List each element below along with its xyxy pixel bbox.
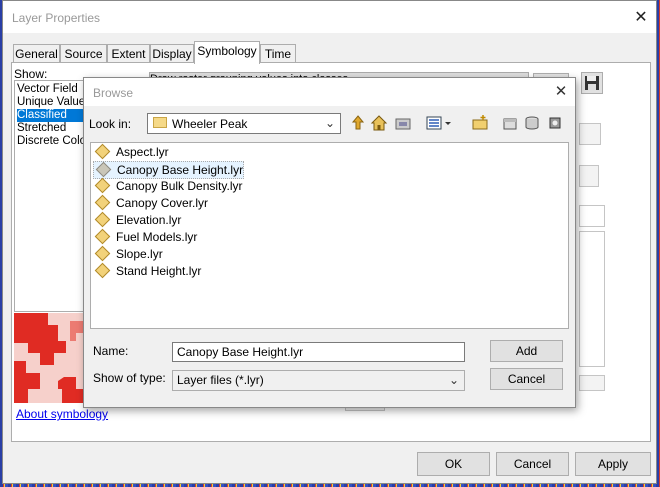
name-field[interactable]: Canopy Base Height.lyr bbox=[172, 342, 465, 362]
cancel-button[interactable]: Cancel bbox=[490, 368, 563, 390]
show-list[interactable]: Vector Field Unique Values Classified St… bbox=[14, 80, 91, 312]
browse-dialog: Browse ✕ Look in: Wheeler Peak ⌄ Aspect.… bbox=[83, 77, 576, 408]
add-button[interactable]: Add bbox=[490, 340, 563, 362]
layer-file-icon bbox=[94, 229, 111, 245]
show-label: Show: bbox=[14, 67, 48, 81]
layer-file-icon bbox=[94, 263, 111, 279]
file-item[interactable]: Elevation.lyr bbox=[93, 212, 181, 228]
show-of-type-combo[interactable]: Layer files (*.lyr) ⌄ bbox=[172, 370, 465, 391]
look-in-label: Look in: bbox=[89, 117, 132, 131]
layer-file-icon bbox=[94, 144, 111, 160]
file-item[interactable]: Slope.lyr bbox=[93, 246, 163, 262]
layer-file-icon bbox=[94, 246, 111, 262]
ok-button[interactable]: OK bbox=[417, 452, 490, 476]
tab-extent[interactable]: Extent bbox=[107, 44, 150, 63]
database-icon[interactable] bbox=[522, 114, 542, 134]
home-icon[interactable] bbox=[369, 114, 389, 134]
combo-ghost[interactable] bbox=[579, 205, 605, 227]
close-icon[interactable]: ✕ bbox=[551, 82, 571, 102]
gear-icon[interactable] bbox=[545, 114, 565, 134]
file-name: Elevation.lyr bbox=[116, 213, 182, 227]
file-item-selected[interactable]: Canopy Base Height.lyr bbox=[93, 161, 245, 179]
show-item-unique-values[interactable]: Unique Values bbox=[17, 96, 91, 109]
tab-general[interactable]: General bbox=[13, 44, 60, 63]
name-label: Name: bbox=[93, 344, 129, 358]
file-item[interactable]: Canopy Cover.lyr bbox=[93, 195, 208, 211]
cancel-button[interactable]: Cancel bbox=[496, 452, 569, 476]
file-name: Stand Height.lyr bbox=[116, 264, 202, 278]
look-in-combo[interactable]: Wheeler Peak ⌄ bbox=[147, 113, 341, 134]
show-of-type-label: Show of type: bbox=[93, 371, 166, 385]
symbology-preview-image bbox=[14, 313, 90, 403]
new-folder-icon[interactable] bbox=[470, 114, 490, 134]
file-name: Fuel Models.lyr bbox=[116, 230, 198, 244]
file-name: Slope.lyr bbox=[116, 247, 163, 261]
chevron-down-icon: ⌄ bbox=[325, 116, 336, 130]
show-of-type-value: Layer files (*.lyr) bbox=[177, 373, 264, 387]
file-name: Aspect.lyr bbox=[116, 145, 169, 159]
file-name: Canopy Bulk Density.lyr bbox=[116, 179, 243, 193]
layer-file-icon bbox=[95, 162, 112, 178]
file-name: Canopy Cover.lyr bbox=[116, 196, 209, 210]
show-item-classified[interactable]: Classified bbox=[17, 109, 89, 122]
up-folder-icon[interactable] bbox=[348, 114, 368, 134]
file-name: Canopy Base Height.lyr bbox=[117, 163, 244, 177]
about-symbology-link[interactable]: About symbology bbox=[16, 407, 108, 421]
file-item[interactable]: Aspect.lyr bbox=[93, 144, 169, 160]
list-view-icon[interactable] bbox=[424, 114, 454, 134]
close-icon[interactable]: ✕ bbox=[629, 7, 653, 29]
look-in-value: Wheeler Peak bbox=[172, 117, 248, 131]
file-item[interactable]: Fuel Models.lyr bbox=[93, 229, 197, 245]
tab-symbology[interactable]: Symbology bbox=[194, 41, 260, 64]
folder-tool-icon[interactable] bbox=[500, 114, 520, 134]
chevron-down-icon: ⌄ bbox=[448, 373, 459, 387]
file-item[interactable]: Stand Height.lyr bbox=[93, 263, 201, 279]
window-title: Layer Properties bbox=[12, 11, 101, 25]
tab-source[interactable]: Source bbox=[60, 44, 107, 63]
show-item-discrete-color[interactable]: Discrete Color bbox=[17, 135, 90, 148]
dialog-title: Browse bbox=[93, 86, 134, 100]
title-bar[interactable]: Layer Properties ✕ bbox=[3, 1, 656, 33]
save-icon[interactable] bbox=[581, 72, 603, 94]
tab-display[interactable]: Display bbox=[150, 44, 194, 63]
tab-time[interactable]: Time bbox=[260, 44, 296, 63]
button-ghost[interactable] bbox=[579, 165, 599, 187]
color-ramp-ghost[interactable] bbox=[579, 375, 605, 391]
layer-file-icon bbox=[94, 178, 111, 194]
file-item[interactable]: Canopy Bulk Density.lyr bbox=[93, 178, 243, 194]
layer-file-icon bbox=[94, 212, 111, 228]
folder-icon bbox=[153, 117, 167, 128]
browse-title-bar[interactable]: Browse ✕ bbox=[84, 78, 575, 106]
classes-list-ghost bbox=[579, 231, 605, 367]
apply-button[interactable]: Apply bbox=[575, 452, 651, 476]
show-item-stretched[interactable]: Stretched bbox=[17, 122, 89, 135]
show-item-vector-field[interactable]: Vector Field bbox=[17, 83, 89, 96]
dropdown-ghost[interactable] bbox=[579, 123, 601, 145]
connect-folder-icon[interactable] bbox=[393, 114, 413, 134]
layer-file-icon bbox=[94, 195, 111, 211]
file-list[interactable]: Aspect.lyr Canopy Base Height.lyr Canopy… bbox=[90, 142, 569, 329]
